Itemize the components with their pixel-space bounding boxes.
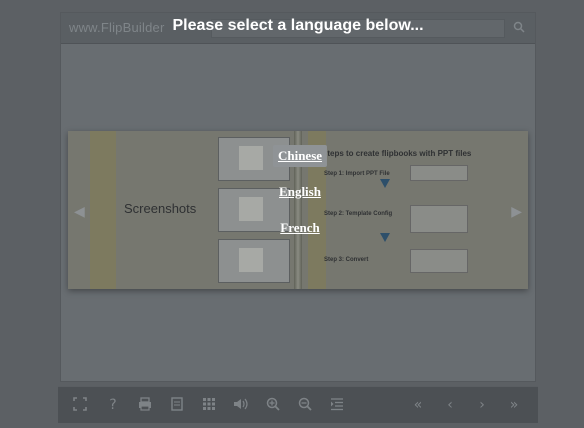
zoom-in-icon[interactable] <box>263 395 283 415</box>
step-screenshot <box>410 165 468 181</box>
thumbnails-icon[interactable] <box>199 395 219 415</box>
step-screenshot <box>410 205 468 233</box>
last-page-icon[interactable]: » <box>504 395 524 415</box>
language-option-chinese[interactable]: Chinese <box>272 145 328 167</box>
next-page-arrow-icon[interactable]: ▶ <box>511 203 522 220</box>
zoom-out-icon[interactable] <box>295 395 315 415</box>
first-page-icon[interactable]: « <box>408 395 428 415</box>
language-option-english[interactable]: English <box>274 181 326 203</box>
screenshot-thumbnail <box>218 239 290 283</box>
step-label: Step 1: Import PPT File <box>324 171 390 177</box>
left-page-title: Screenshots <box>124 201 197 216</box>
right-page: Steps to create flipbooks with PPT files… <box>298 131 528 289</box>
previous-page-icon[interactable]: ‹ <box>440 395 460 415</box>
language-prompt-title: Please select a language below... <box>172 17 424 34</box>
step-screenshot <box>410 249 468 273</box>
previous-page-arrow-icon[interactable]: ◀ <box>74 203 85 220</box>
arrow-down-icon <box>380 233 390 242</box>
help-icon[interactable]: ? <box>103 395 123 415</box>
step-label: Step 3: Convert <box>324 257 369 263</box>
table-of-contents-icon[interactable] <box>327 395 347 415</box>
left-page: Screenshots <box>68 131 298 289</box>
fullscreen-icon[interactable] <box>70 395 90 415</box>
page-decoration <box>90 131 116 289</box>
next-page-icon[interactable]: › <box>472 395 492 415</box>
arrow-down-icon <box>380 179 390 188</box>
language-option-french[interactable]: French <box>275 217 324 239</box>
sound-icon[interactable] <box>231 395 251 415</box>
document-icon[interactable] <box>167 395 187 415</box>
right-page-title: Steps to create flipbooks with PPT files <box>322 149 472 158</box>
print-icon[interactable] <box>135 395 155 415</box>
step-label: Step 2: Template Config <box>324 211 393 217</box>
bottom-toolbar: ? « ‹ › » <box>58 386 538 423</box>
